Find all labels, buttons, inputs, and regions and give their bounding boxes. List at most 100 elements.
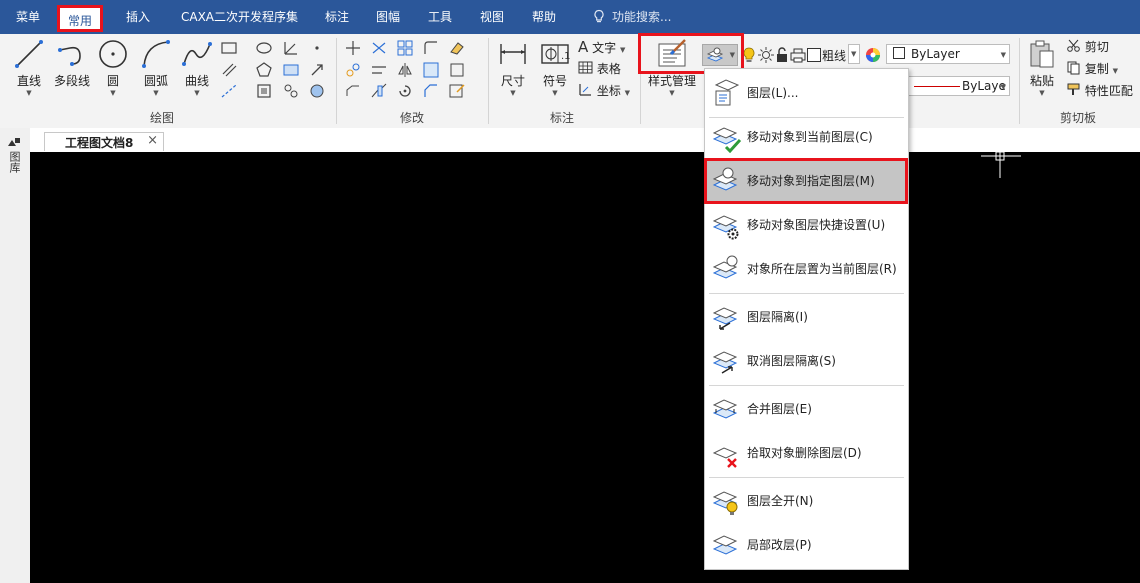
properties-edit-icon[interactable] bbox=[448, 82, 466, 100]
group-separator bbox=[336, 38, 337, 124]
layer-unisolate-icon bbox=[712, 351, 738, 374]
copy-button[interactable]: 复制 ▼ bbox=[1066, 60, 1118, 77]
paste-button[interactable]: 粘贴 ▼ bbox=[1024, 38, 1060, 97]
scale-icon[interactable] bbox=[422, 61, 440, 79]
modify-group-label: 修改 bbox=[400, 111, 425, 125]
polygon-icon[interactable] bbox=[255, 61, 273, 79]
parallel-line-icon[interactable] bbox=[220, 61, 238, 79]
symbol-button[interactable]: .1 符号 ▼ bbox=[538, 38, 572, 97]
offset-icon[interactable] bbox=[282, 82, 300, 100]
tab-frame[interactable]: 图幅 bbox=[376, 0, 400, 34]
rotate-icon[interactable] bbox=[396, 82, 414, 100]
centerline-icon[interactable] bbox=[220, 82, 238, 100]
explode-icon[interactable] bbox=[448, 61, 466, 79]
layer-move-icon bbox=[712, 167, 738, 191]
close-icon[interactable]: × bbox=[147, 133, 158, 148]
chevron-down-icon: ▼ bbox=[1112, 67, 1119, 75]
feature-search[interactable]: 功能搜索... bbox=[592, 0, 671, 34]
stretch-icon[interactable] bbox=[344, 82, 362, 100]
dimension-icon bbox=[500, 44, 526, 64]
fillet-icon[interactable] bbox=[422, 39, 440, 57]
menu-item-move-to-specified-layer[interactable]: 移动对象到指定图层(M) bbox=[705, 159, 906, 203]
coordinate-button[interactable]: 坐标 ▼ bbox=[578, 82, 630, 99]
menu-item-move-layer-quick-settings[interactable]: 移动对象图层快捷设置(U) bbox=[705, 203, 906, 247]
break-icon[interactable] bbox=[370, 82, 388, 100]
layer-check-icon bbox=[712, 127, 742, 153]
layer-delete-icon bbox=[712, 447, 738, 468]
menu-item-layer[interactable]: 图层(L)... bbox=[705, 71, 906, 115]
menu-item-move-to-current-layer[interactable]: 移动对象到当前图层(C) bbox=[705, 115, 906, 159]
rectangle-icon[interactable] bbox=[220, 39, 238, 57]
menu-item-cancel-layer-isolate[interactable]: 取消图层隔离(S) bbox=[705, 339, 906, 383]
ellipse-icon[interactable] bbox=[255, 39, 273, 57]
library-panel-tab[interactable]: 图库 bbox=[6, 136, 24, 173]
linetype-combo[interactable]: ByLaye ▼ bbox=[907, 76, 1010, 96]
cut-button[interactable]: 剪切 bbox=[1066, 38, 1109, 55]
layer-isolate-icon bbox=[712, 307, 738, 330]
tab-view[interactable]: 视图 bbox=[480, 0, 504, 34]
mirror-icon[interactable] bbox=[396, 61, 414, 79]
arc-button[interactable]: 圆弧 ▼ bbox=[137, 38, 175, 97]
polyline-button[interactable]: 多段线 bbox=[51, 38, 93, 89]
move-icon[interactable] bbox=[344, 39, 362, 57]
layer-partial-icon bbox=[712, 535, 738, 555]
layer-tools-dropdown-button[interactable]: ▼ bbox=[702, 44, 738, 66]
linetype-line bbox=[914, 86, 960, 87]
document-tab-bar: 工程图文档8 × bbox=[0, 128, 1140, 151]
chevron-down-icon: ▼ bbox=[729, 51, 735, 59]
search-placeholder: 功能搜索... bbox=[612, 10, 672, 24]
tab-menu[interactable]: 菜单 bbox=[16, 0, 40, 34]
gradient-icon[interactable] bbox=[308, 82, 326, 100]
dimension-button[interactable]: 尺寸 ▼ bbox=[496, 38, 530, 97]
lightbulb-icon[interactable] bbox=[740, 46, 758, 64]
circle-button[interactable]: 圆 ▼ bbox=[96, 38, 130, 97]
document-tab[interactable]: 工程图文档8 × bbox=[44, 132, 164, 151]
point-icon[interactable] bbox=[308, 39, 326, 57]
color-swatch[interactable] bbox=[807, 48, 821, 62]
text-button[interactable]: A 文字 ▼ bbox=[578, 38, 625, 56]
drawing-canvas[interactable] bbox=[30, 138, 1140, 583]
lineweight-dropdown[interactable]: ▼ bbox=[848, 44, 860, 64]
spline-icon bbox=[182, 42, 212, 66]
block-icon[interactable] bbox=[255, 82, 273, 100]
arc-icon bbox=[142, 40, 170, 68]
tab-caxa-dev[interactable]: CAXA二次开发程序集 bbox=[181, 0, 298, 34]
menu-item-pick-delete-layer[interactable]: 拾取对象删除图层(D) bbox=[705, 431, 906, 475]
paste-icon bbox=[1030, 40, 1054, 68]
chamfer-icon[interactable] bbox=[422, 82, 440, 100]
chevron-down-icon: ▼ bbox=[194, 89, 200, 97]
menu-item-partial-change-layer[interactable]: 局部改层(P) bbox=[705, 523, 906, 567]
ribbon: 直线 ▼ 多段线 圆 ▼ 圆弧 ▼ 曲线 ▼ 绘图 修改 尺寸 ▼ .1 符号 … bbox=[0, 34, 1140, 129]
eraser-icon[interactable] bbox=[448, 39, 466, 57]
menu-item-all-layers-on[interactable]: 图层全开(N) bbox=[705, 479, 906, 523]
extend-icon[interactable] bbox=[370, 61, 388, 79]
angle-line-icon[interactable] bbox=[282, 39, 300, 57]
array-icon[interactable] bbox=[396, 39, 414, 57]
table-button[interactable]: 表格 bbox=[578, 60, 621, 77]
tab-insert[interactable]: 插入 bbox=[126, 0, 150, 34]
tab-common[interactable]: 常用 bbox=[57, 5, 104, 32]
style-manage-button[interactable]: 样式管理 ▼ bbox=[646, 38, 698, 97]
chevron-down-icon: ▼ bbox=[669, 89, 675, 97]
tab-help[interactable]: 帮助 bbox=[532, 0, 556, 34]
line-button[interactable]: 直线 ▼ bbox=[10, 38, 48, 97]
curve-button[interactable]: 曲线 ▼ bbox=[178, 38, 216, 97]
printer-icon[interactable] bbox=[789, 46, 807, 64]
color-combo[interactable]: ByLayer ▼ bbox=[886, 44, 1010, 64]
tab-annotate[interactable]: 标注 bbox=[325, 0, 349, 34]
hatch-icon[interactable] bbox=[282, 61, 300, 79]
menu-item-set-object-layer-current[interactable]: 对象所在层置为当前图层(R) bbox=[705, 247, 906, 291]
menu-item-layer-isolate[interactable]: 图层隔离(I) bbox=[705, 295, 906, 339]
annotate-group-label: 标注 bbox=[550, 111, 575, 125]
menu-separator bbox=[709, 293, 904, 294]
circle-icon bbox=[99, 40, 127, 68]
tab-tools[interactable]: 工具 bbox=[428, 0, 452, 34]
layer-set-current-icon bbox=[712, 255, 738, 279]
menu-item-merge-layers[interactable]: 合并图层(E) bbox=[705, 387, 906, 431]
match-properties-button[interactable]: 特性匹配 bbox=[1066, 82, 1133, 99]
color-wheel-icon[interactable] bbox=[864, 46, 882, 64]
arrow-icon[interactable] bbox=[308, 61, 326, 79]
copy-transform-icon[interactable] bbox=[344, 61, 362, 79]
copy-icon bbox=[1067, 61, 1080, 75]
trim-icon[interactable] bbox=[370, 39, 388, 57]
